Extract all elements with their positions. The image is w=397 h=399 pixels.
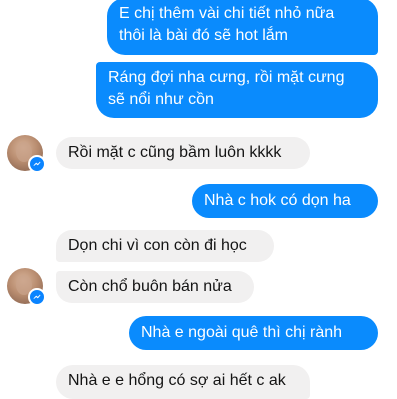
- incoming-message[interactable]: Dọn chi vì con còn đi học: [56, 230, 274, 262]
- contact-avatar[interactable]: [7, 135, 46, 173]
- incoming-message[interactable]: Rồi mặt c cũng bầm luôn kkkk: [56, 137, 310, 169]
- outgoing-message[interactable]: Nhà c hok có dọn ha: [192, 184, 378, 218]
- outgoing-message[interactable]: Nhà e ngoài quê thì chị rành: [129, 316, 378, 350]
- message-text: Dọn chi vì con còn đi học: [68, 237, 247, 254]
- message-line: Ráng đợi nha cưng, rồi mặt cưng: [108, 69, 345, 86]
- messenger-chat: { "conversation": { "messages": [ {"dire…: [0, 0, 397, 399]
- message-text: Nhà e ngoài quê thì chị rành: [141, 324, 343, 341]
- outgoing-message[interactable]: Ráng đợi nha cưng, rồi mặt cưng sẽ nổi n…: [96, 62, 378, 118]
- message-text: Nhà e e hổng có sợ ai hết c ak: [68, 372, 286, 389]
- message-line: sẽ nổi như cồn: [108, 91, 214, 108]
- outgoing-message[interactable]: E chị thêm vài chi tiết nhỏ nữa thôi là …: [107, 0, 378, 55]
- message-text: Rồi mặt c cũng bầm luôn kkkk: [68, 144, 282, 161]
- message-text: Còn chổ buôn bán nửa: [68, 278, 232, 295]
- message-text: Nhà c hok có dọn ha: [204, 192, 351, 209]
- messenger-badge-icon: [28, 288, 46, 306]
- message-line: thôi là bài đó sẽ hot lắm: [119, 27, 288, 44]
- incoming-message[interactable]: Nhà e e hổng có sợ ai hết c ak: [56, 365, 310, 399]
- messenger-badge-icon: [28, 155, 46, 173]
- contact-avatar[interactable]: [7, 268, 46, 306]
- message-line: E chị thêm vài chi tiết nhỏ nữa: [119, 5, 335, 22]
- incoming-message[interactable]: Còn chổ buôn bán nửa: [56, 271, 254, 303]
